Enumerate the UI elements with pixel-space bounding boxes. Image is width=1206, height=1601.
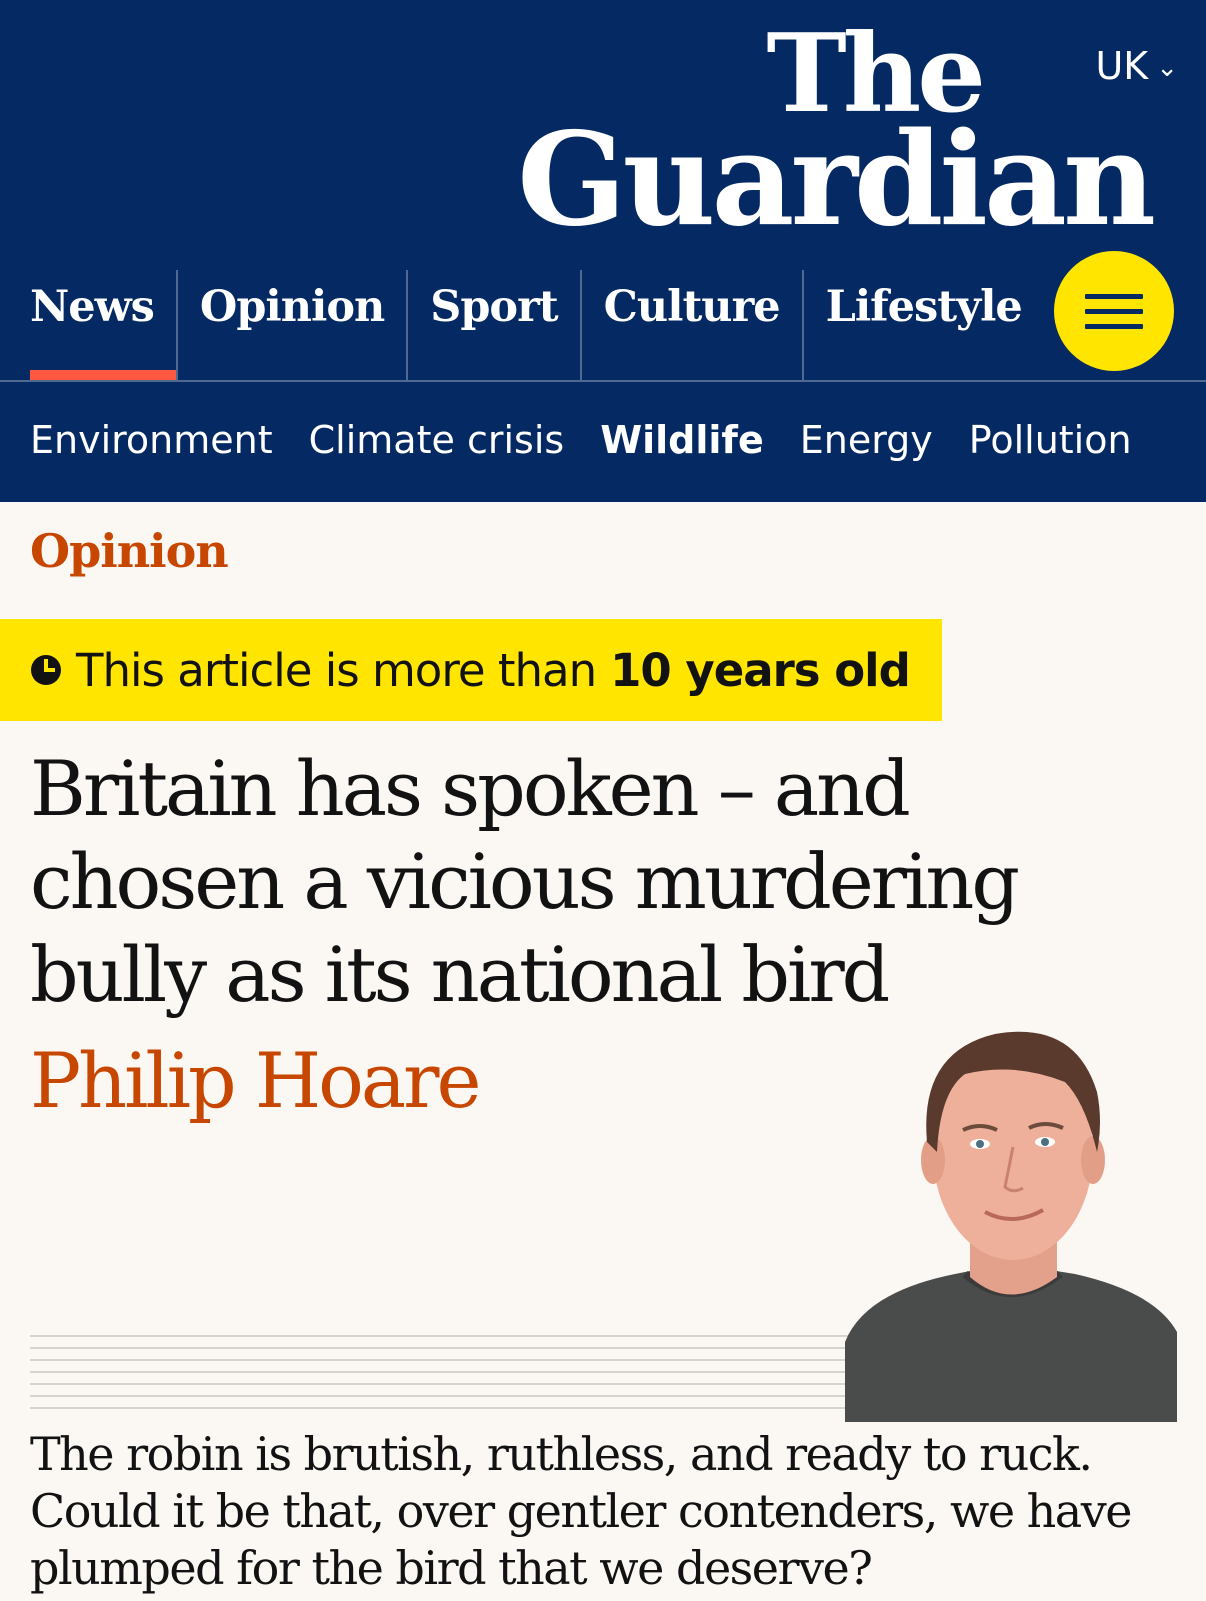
age-warning-banner: This article is more than 10 years old: [0, 619, 942, 721]
hamburger-menu-icon: [1085, 308, 1143, 314]
masthead: UK ⌄ The Guardian News Opinion Sport Cul…: [0, 0, 1206, 502]
author-portrait: [845, 1031, 1177, 1422]
hamburger-menu-icon: [1085, 293, 1143, 299]
logo-line-guardian: Guardian: [517, 105, 1156, 255]
decorative-rule-lines: [30, 1335, 850, 1410]
age-notice-prefix: This article is more than: [76, 643, 597, 697]
subnav-energy[interactable]: Energy: [800, 418, 933, 462]
hamburger-menu-icon: [1085, 323, 1143, 329]
subnav: Environment Climate crisis Wildlife Ener…: [30, 418, 1132, 462]
age-notice-strong: 10 years old: [610, 643, 911, 697]
menu-button[interactable]: [1054, 251, 1174, 371]
subnav-climate-crisis[interactable]: Climate crisis: [309, 418, 565, 462]
pillar-news[interactable]: News: [0, 270, 178, 380]
section-kicker[interactable]: Opinion: [30, 524, 229, 578]
subnav-environment[interactable]: Environment: [30, 418, 273, 462]
article-headline: Britain has spoken – and chosen a viciou…: [30, 744, 1020, 1019]
pillar-opinion[interactable]: Opinion: [178, 270, 409, 380]
author-byline[interactable]: Philip Hoare: [30, 1034, 481, 1127]
pillar-sport[interactable]: Sport: [408, 270, 582, 380]
pillar-lifestyle[interactable]: Lifestyle: [804, 270, 1044, 380]
guardian-logo[interactable]: The Guardian: [512, 20, 1156, 255]
subnav-pollution[interactable]: Pollution: [969, 418, 1132, 462]
clock-icon: [31, 655, 61, 685]
subnav-wildlife[interactable]: Wildlife: [600, 418, 764, 462]
nav-divider: [0, 380, 1206, 382]
article-standfirst: The robin is brutish, ruthless, and read…: [30, 1427, 1132, 1595]
pillar-nav: News Opinion Sport Culture Lifestyle: [0, 270, 1040, 380]
chevron-down-icon: ⌄: [1156, 53, 1178, 83]
pillar-culture[interactable]: Culture: [582, 270, 804, 380]
